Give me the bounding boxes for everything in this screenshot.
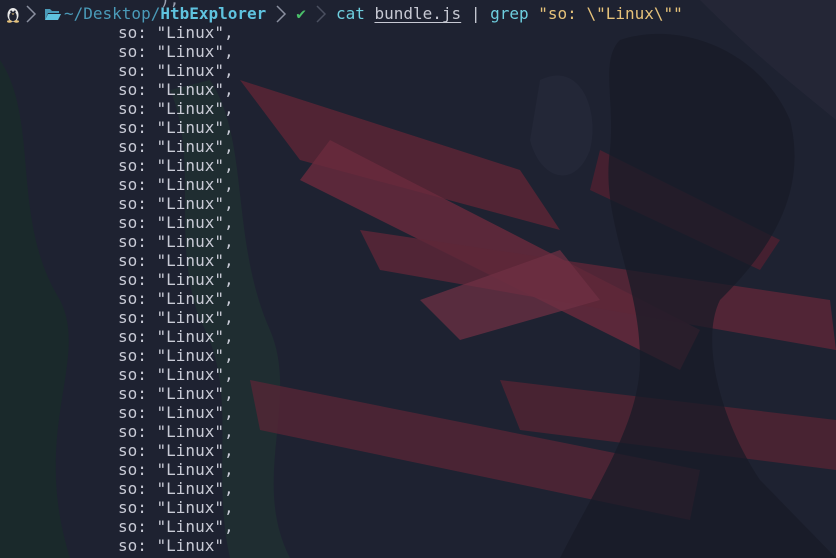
- output-line: so: "Linux",: [118, 232, 234, 251]
- command-name: cat: [335, 4, 365, 23]
- shell-prompt: ~/Desktop/HtbExplorer ✔ cat bundle.js | …: [0, 4, 683, 24]
- output-line: so: "Linux",: [118, 118, 234, 137]
- output-line: so: "Linux",: [118, 308, 234, 327]
- output-line: so: "Linux",: [118, 42, 234, 61]
- chevron-right-icon: [266, 4, 290, 24]
- output-line: so: "Linux",: [118, 365, 234, 384]
- output-line: so: "Linux",: [118, 61, 234, 80]
- output-line: so: "Linux",: [118, 460, 234, 479]
- output-line: so: "Linux",: [118, 213, 234, 232]
- terminal-window[interactable]: ), ~/Desktop/HtbExplorer: [0, 0, 836, 558]
- chevron-right-icon: [22, 4, 40, 24]
- output-line: so: "Linux",: [118, 156, 234, 175]
- output-line: so: "Linux",: [118, 137, 234, 156]
- current-directory: HtbExplorer: [160, 4, 267, 23]
- output-line: so: "Linux",: [118, 384, 234, 403]
- path-prefix: ~/Desktop/: [64, 4, 161, 23]
- filter-command: grep: [490, 4, 529, 23]
- output-line: so: "Linux",: [118, 80, 234, 99]
- output-line: so: "Linux",: [118, 479, 234, 498]
- filter-pattern: "so: \"Linux\"": [538, 4, 683, 23]
- output-line: so: "Linux",: [118, 270, 234, 289]
- output-line: so: "Linux": [118, 536, 224, 555]
- output-line: so: "Linux",: [118, 194, 234, 213]
- folder-open-icon: [40, 4, 64, 24]
- chevron-right-icon: [306, 4, 330, 24]
- command-argument: bundle.js: [374, 4, 462, 23]
- output-line: so: "Linux",: [118, 289, 234, 308]
- success-check-icon: ✔: [296, 4, 306, 23]
- output-line: so: "Linux",: [118, 403, 234, 422]
- output-line: so: "Linux",: [118, 346, 234, 365]
- output-line: so: "Linux",: [118, 422, 234, 441]
- command-output: so: "Linux", so: "Linux", so: "Linux", so: …: [118, 23, 234, 555]
- output-line: so: "Linux",: [118, 99, 234, 118]
- linux-tux-icon: [0, 4, 22, 24]
- output-line: so: "Linux",: [118, 23, 234, 42]
- output-line: so: "Linux",: [118, 498, 234, 517]
- output-line: so: "Linux",: [118, 251, 234, 270]
- output-line: so: "Linux",: [118, 327, 234, 346]
- output-line: so: "Linux",: [118, 517, 234, 536]
- output-line: so: "Linux",: [118, 441, 234, 460]
- output-line: so: "Linux",: [118, 175, 234, 194]
- pipe-operator: |: [470, 4, 481, 23]
